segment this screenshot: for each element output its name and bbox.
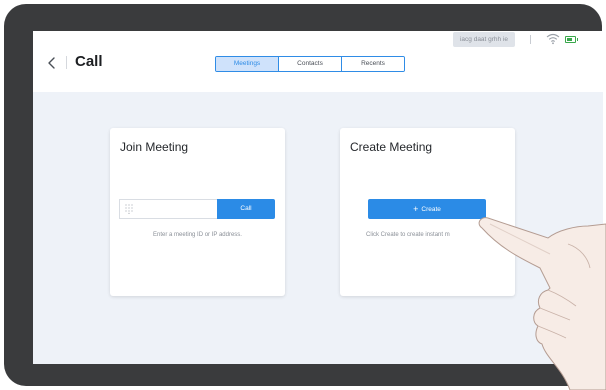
join-hint: Enter a meeting ID or IP address.	[153, 232, 242, 238]
page-title: Call	[75, 53, 103, 70]
create-button-label: Create	[421, 206, 441, 213]
create-meeting-title: Create Meeting	[350, 140, 433, 154]
chevron-left-icon[interactable]	[45, 53, 59, 73]
title-divider	[66, 56, 67, 69]
battery-icon	[565, 36, 578, 43]
call-button[interactable]: Call	[217, 199, 275, 219]
tab-contacts[interactable]: Contacts	[278, 57, 341, 71]
join-meeting-card: Join Meeting Call Enter a meeting ID or …	[110, 128, 285, 296]
status-info: iacg daat grhh ie	[453, 32, 515, 47]
top-bar: iacg daat grhh ie Call Meetings Contacts…	[33, 31, 603, 92]
status-divider	[530, 35, 531, 44]
create-hint: Click Create to create instant m	[366, 232, 450, 238]
tab-bar: Meetings Contacts Recents	[215, 56, 405, 72]
tab-recents[interactable]: Recents	[341, 57, 404, 71]
pointing-hand-icon	[478, 217, 606, 390]
keypad-icon	[125, 204, 133, 214]
plus-icon: +	[413, 204, 419, 214]
tab-meetings[interactable]: Meetings	[216, 57, 278, 71]
meeting-id-input[interactable]	[119, 199, 217, 219]
wifi-icon	[546, 33, 560, 45]
join-meeting-title: Join Meeting	[120, 140, 189, 154]
